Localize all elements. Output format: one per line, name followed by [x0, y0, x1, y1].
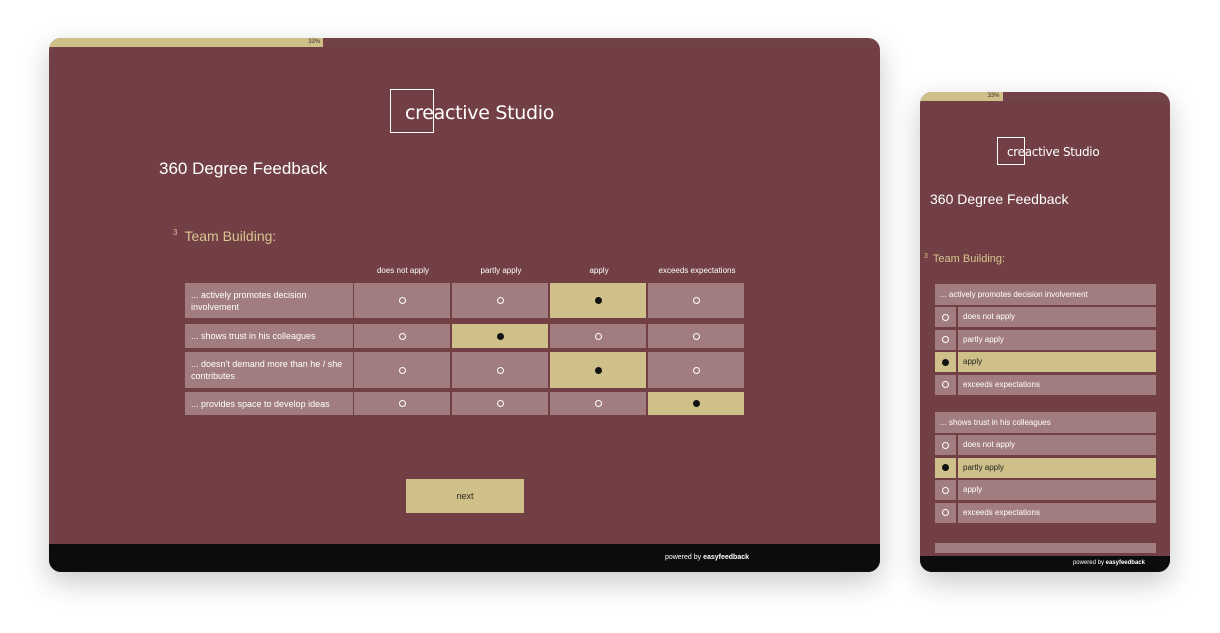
question-title: 3 Team Building:: [173, 228, 276, 244]
matrix-cell[interactable]: [354, 352, 450, 388]
mobile-option-label[interactable]: exceeds expectations: [958, 374, 1156, 395]
matrix-cell[interactable]: [550, 352, 646, 388]
mobile-logo-text: creactive Studio: [1007, 145, 1100, 159]
mobile-question-number: 3: [924, 253, 928, 260]
column-header: does not apply: [376, 266, 430, 275]
matrix-cell[interactable]: [550, 324, 646, 348]
mobile-brand-logo: creactive Studio: [997, 137, 1117, 165]
radio-empty-icon: [942, 486, 949, 494]
radio-empty-icon: [942, 336, 949, 343]
progress-bar: 33%: [49, 38, 880, 47]
matrix-cell[interactable]: [648, 392, 744, 415]
mobile-option-label[interactable]: does not apply: [958, 435, 1156, 455]
radio-empty-icon: [942, 509, 949, 516]
radio-selected-icon: [692, 400, 700, 407]
mobile-option-radio[interactable]: [935, 374, 956, 395]
mobile-option-radio[interactable]: [935, 307, 956, 327]
powered-by-brand: easyfeedback: [703, 554, 749, 561]
logo-text: creactive Studio: [405, 102, 555, 124]
mobile-option-radio[interactable]: [935, 329, 956, 350]
progress-label: 33%: [308, 39, 321, 45]
mobile-question-title: 3 Team Building:: [924, 253, 1005, 265]
radio-empty-icon: [594, 332, 602, 340]
mobile-survey-title: 360 Degree Feedback: [930, 191, 1069, 207]
matrix-row-label: ... doesn't demand more than he / she co…: [185, 352, 353, 388]
radio-selected-icon: [594, 297, 602, 304]
matrix-cell[interactable]: [550, 283, 646, 318]
mobile-progress-fill: 33%: [920, 92, 1003, 101]
radio-selected-icon: [942, 358, 949, 366]
mobile-item-label: ... actively promotes decision involveme…: [935, 284, 1156, 305]
mobile-next-item-partial: [935, 543, 1156, 553]
matrix-cell[interactable]: [648, 324, 744, 348]
mobile-question-text: Team Building:: [932, 253, 1006, 265]
mobile-option-label[interactable]: apply: [958, 352, 1156, 372]
radio-empty-icon: [942, 313, 949, 321]
matrix-cell[interactable]: [648, 283, 744, 318]
mobile-powered-by-prefix: powered by: [1072, 560, 1106, 566]
radio-empty-icon: [398, 297, 406, 304]
radio-selected-icon: [496, 332, 504, 340]
mobile-option-label[interactable]: exceeds expectations: [958, 502, 1156, 523]
radio-empty-icon: [398, 400, 406, 407]
mobile-option-label[interactable]: partly apply: [958, 329, 1156, 350]
radio-empty-icon: [496, 297, 504, 304]
matrix-row-label: ... actively promotes decision involveme…: [185, 283, 353, 318]
matrix-cell[interactable]: [452, 283, 548, 318]
radio-empty-icon: [692, 366, 700, 374]
mobile-progress-label: 33%: [987, 93, 1000, 99]
brand-logo: creactive Studio: [390, 89, 554, 133]
mobile-powered-by-brand: easyfeedback: [1105, 560, 1145, 566]
radio-empty-icon: [398, 366, 406, 374]
matrix-cell[interactable]: [354, 392, 450, 415]
survey-title: 360 Degree Feedback: [159, 159, 328, 178]
radio-empty-icon: [398, 332, 406, 340]
column-header: apply: [589, 266, 609, 275]
mobile-option-radio[interactable]: [935, 435, 956, 455]
mobile-preview: 33% creactive Studio 360 Degree Feedback…: [920, 92, 1170, 572]
matrix-cell[interactable]: [452, 324, 548, 348]
matrix-cell[interactable]: [354, 324, 450, 348]
matrix-row-label: ... shows trust in his colleagues: [185, 324, 353, 348]
desktop-preview: 33% creactive Studio 360 Degree Feedback…: [49, 38, 880, 572]
progress-fill: 33%: [49, 38, 324, 47]
mobile-option-radio[interactable]: [935, 480, 956, 500]
mobile-option-radio[interactable]: [935, 352, 956, 372]
mobile-option-label[interactable]: apply: [958, 480, 1156, 500]
mobile-powered-by: powered by easyfeedback: [1073, 560, 1145, 566]
radio-selected-icon: [594, 366, 602, 374]
footer: powered by easyfeedback: [49, 544, 880, 572]
powered-by: powered by easyfeedback: [665, 554, 749, 561]
radio-empty-icon: [594, 400, 602, 407]
mobile-option-radio[interactable]: [935, 502, 956, 523]
mobile-item-label: ... shows trust in his colleagues: [935, 412, 1156, 433]
mobile-progress-bar: 33%: [920, 92, 1170, 101]
radio-selected-icon: [942, 464, 949, 471]
mobile-option-radio[interactable]: [935, 457, 956, 478]
mobile-option-label[interactable]: does not apply: [958, 307, 1156, 327]
matrix-cell[interactable]: [452, 392, 548, 415]
column-header: exceeds expectations: [658, 266, 736, 275]
radio-empty-icon: [496, 400, 504, 407]
radio-empty-icon: [496, 366, 504, 374]
next-button[interactable]: next: [406, 479, 524, 513]
radio-empty-icon: [692, 297, 700, 304]
matrix-cell[interactable]: [452, 352, 548, 388]
question-text: Team Building:: [184, 228, 277, 244]
question-number: 3: [173, 228, 178, 237]
mobile-option-label[interactable]: partly apply: [958, 457, 1156, 478]
radio-empty-icon: [942, 381, 949, 388]
column-header: partly apply: [480, 266, 522, 275]
matrix-cell[interactable]: [648, 352, 744, 388]
mobile-footer: powered by easyfeedback: [920, 556, 1170, 572]
radio-empty-icon: [692, 332, 700, 340]
matrix-row-label: ... provides space to develop ideas: [185, 392, 353, 415]
radio-empty-icon: [942, 441, 949, 449]
powered-by-prefix: powered by: [664, 554, 704, 561]
matrix-cell[interactable]: [550, 392, 646, 415]
matrix-cell[interactable]: [354, 283, 450, 318]
